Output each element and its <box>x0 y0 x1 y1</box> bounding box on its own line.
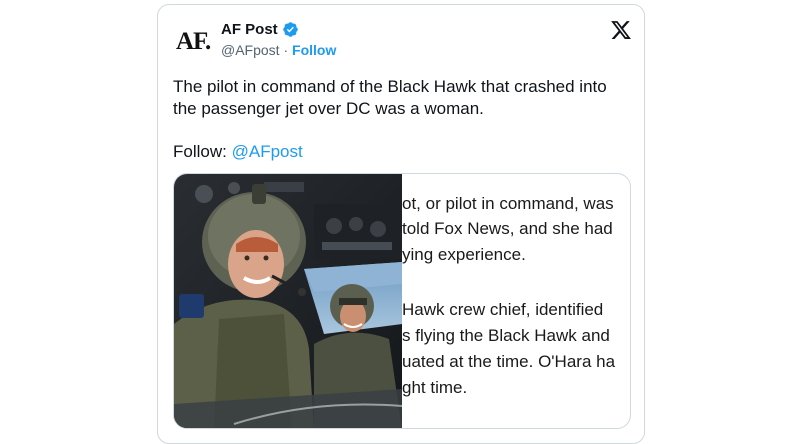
avatar[interactable]: AF. <box>176 27 216 57</box>
article-line: Hawk crew chief, identified <box>402 300 604 319</box>
article-line: ot, or pilot in command, was <box>402 194 614 213</box>
follow-button[interactable]: Follow <box>292 42 336 58</box>
tweet-card[interactable]: AF. AF Post @AFpost · Follow The pilot i… <box>157 4 645 444</box>
pilots-photo-image <box>174 174 402 428</box>
x-logo-icon[interactable] <box>610 19 632 41</box>
article-line: s flying the Black Hawk and <box>402 326 610 345</box>
verified-badge-icon <box>282 21 299 38</box>
author-handle[interactable]: @AFpost <box>221 42 280 58</box>
tweet-media[interactable]: ot, or pilot in command, was told Fox Ne… <box>173 173 631 429</box>
tweet-header: AF. AF Post @AFpost · Follow <box>158 5 644 65</box>
tweet-text: The pilot in command of the Black Hawk t… <box>173 77 607 118</box>
separator-dot: · <box>283 42 289 58</box>
article-line: ying experience. <box>402 245 526 264</box>
author-name[interactable]: AF Post <box>221 21 278 38</box>
author-handle-row: @AFpost · Follow <box>221 42 336 58</box>
article-excerpt: ot, or pilot in command, was told Fox Ne… <box>402 174 630 428</box>
article-line: uated at the time. O'Hara ha <box>402 352 616 371</box>
author-name-row: AF Post <box>221 21 299 38</box>
article-line: ght time. <box>402 378 468 397</box>
article-line: told Fox News, and she had <box>402 219 613 238</box>
pilots-photo[interactable] <box>174 174 402 428</box>
follow-prefix: Follow: <box>173 142 227 161</box>
mention-link[interactable]: @AFpost <box>232 142 303 161</box>
tweet-follow-line: Follow: @AFpost <box>173 141 303 163</box>
